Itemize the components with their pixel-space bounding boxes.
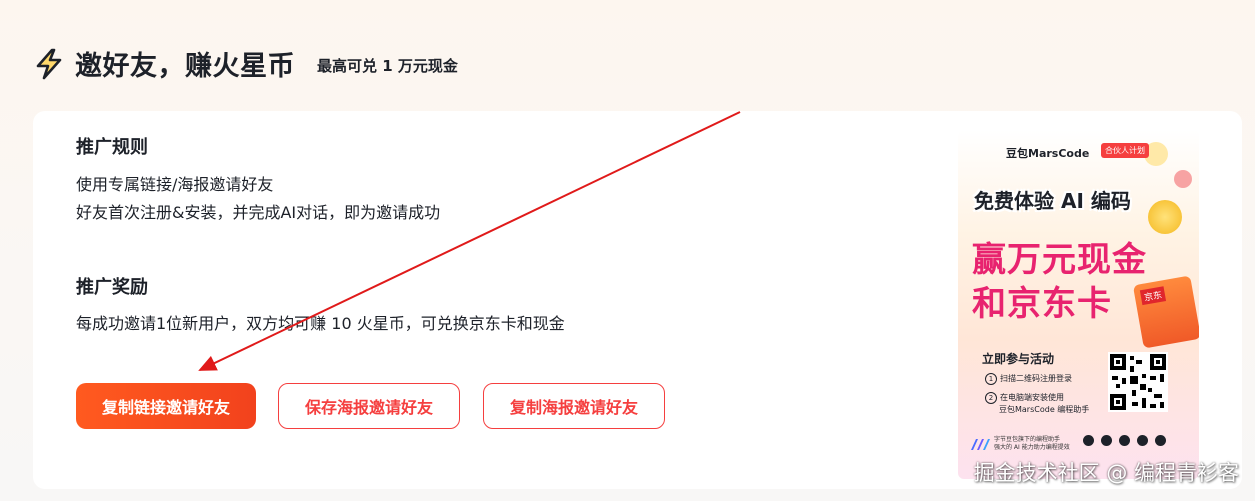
poster-step-1: 1 扫描二维码注册登录 xyxy=(985,373,1072,385)
page-title: 邀好友，赚火星币 xyxy=(75,51,295,82)
invite-poster: 豆包MarsCode 合伙人计划 免费体验 AI 编码 赢万元现金 和京东卡 京… xyxy=(958,130,1199,479)
poster-headline: 免费体验 AI 编码 xyxy=(974,189,1131,213)
poster-big-line-2: 和京东卡 xyxy=(972,284,1112,324)
poster-big-line-1: 赢万元现金 xyxy=(972,240,1147,280)
poster-join-label: 立即参与活动 xyxy=(982,352,1055,366)
coin-icon xyxy=(1148,200,1182,234)
feature-icon xyxy=(1119,435,1130,446)
rules-text: 使用专属链接/海报邀请好友 好友首次注册&安装，并完成AI对话，即为邀请成功 xyxy=(76,171,440,227)
poster-footer-text: 字节豆包旗下的编程助手 强大的 AI 能力助力编程提效 xyxy=(994,436,1070,451)
invite-card: 推广规则 使用专属链接/海报邀请好友 好友首次注册&安装，并完成AI对话，即为邀… xyxy=(33,111,1242,489)
poster-brand-tag: 合伙人计划 xyxy=(1101,143,1149,158)
red-envelope-illustration: 京东 xyxy=(1132,275,1199,349)
feature-icon xyxy=(1083,435,1094,446)
jd-card-label: 京东 xyxy=(1139,286,1167,306)
watermark: 掘金技术社区 @ 编程青衫客 xyxy=(973,461,1239,485)
qr-code-icon xyxy=(1108,352,1168,412)
rules-line: 好友首次注册&安装，并完成AI对话，即为邀请成功 xyxy=(76,203,441,222)
marscode-logo-icon xyxy=(971,439,990,450)
copy-poster-invite-button[interactable]: 复制海报邀请好友 xyxy=(483,383,665,429)
save-poster-invite-button[interactable]: 保存海报邀请好友 xyxy=(278,383,460,429)
rewards-title: 推广奖励 xyxy=(76,277,148,298)
page-header: 邀好友，赚火星币 最高可兑 1 万元现金 xyxy=(32,44,458,83)
poster-feature-icons xyxy=(1083,435,1166,446)
rules-title: 推广规则 xyxy=(76,137,148,158)
feature-icon xyxy=(1155,435,1166,446)
coin-decoration xyxy=(1174,170,1192,188)
copy-link-invite-button[interactable]: 复制链接邀请好友 xyxy=(76,383,256,429)
page-subtitle: 最高可兑 1 万元现金 xyxy=(317,57,458,75)
poster-step-2: 2 在电脑端安装使用 豆包MarsCode 编程助手 xyxy=(985,392,1089,415)
lightning-icon xyxy=(36,48,62,79)
rewards-text: 每成功邀请1位新用户，双方均可赚 10 火星币，可兑换京东卡和现金 xyxy=(76,314,565,333)
feature-icon xyxy=(1101,435,1112,446)
rules-line: 使用专属链接/海报邀请好友 xyxy=(76,175,274,194)
poster-brand: 豆包MarsCode xyxy=(1006,147,1090,160)
feature-icon xyxy=(1137,435,1148,446)
